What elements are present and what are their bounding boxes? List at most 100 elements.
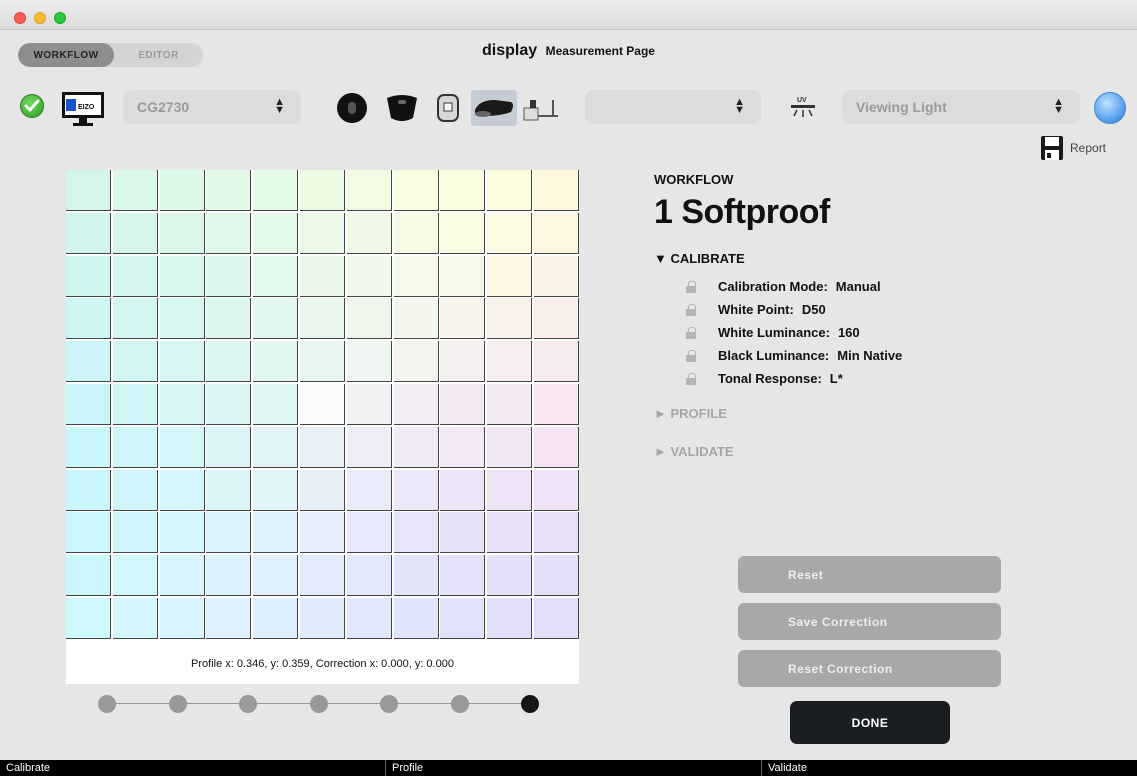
i1-pro-icon[interactable] (471, 90, 517, 126)
color-patch[interactable] (393, 341, 439, 383)
color-patch[interactable] (440, 298, 486, 340)
color-patch[interactable] (440, 170, 486, 211)
color-patch[interactable] (393, 469, 439, 511)
tab-workflow[interactable]: WORKFLOW (18, 43, 114, 67)
i1-display-icon[interactable] (337, 93, 367, 123)
color-patch[interactable] (253, 255, 299, 297)
color-patch[interactable] (112, 426, 158, 468)
color-patch[interactable] (253, 170, 299, 211)
color-patch[interactable] (159, 170, 205, 211)
color-patch[interactable] (299, 170, 345, 211)
stepper-dot[interactable] (239, 695, 257, 713)
color-patch[interactable] (440, 512, 486, 554)
color-patch[interactable] (112, 555, 158, 597)
color-patch[interactable] (533, 383, 579, 425)
stepper-dot[interactable] (450, 695, 469, 713)
color-patch[interactable] (206, 298, 252, 340)
color-patch[interactable] (487, 555, 533, 597)
color-patch[interactable] (299, 255, 345, 297)
color-patch[interactable] (533, 555, 579, 597)
color-patch[interactable] (66, 469, 111, 511)
color-patch[interactable] (533, 298, 579, 340)
color-patch[interactable] (487, 469, 533, 511)
color-patch[interactable] (346, 341, 392, 383)
colormunki-icon[interactable] (383, 92, 421, 124)
done-button[interactable]: DONE (790, 701, 950, 744)
color-patch[interactable] (393, 383, 439, 425)
color-patch[interactable] (346, 555, 392, 597)
color-patch[interactable] (299, 469, 345, 511)
color-patch[interactable] (253, 298, 299, 340)
color-patch[interactable] (206, 170, 252, 211)
color-patch[interactable] (112, 255, 158, 297)
color-patch[interactable] (66, 597, 111, 639)
color-patch[interactable] (66, 426, 111, 468)
color-patch[interactable] (393, 426, 439, 468)
color-patch[interactable] (66, 255, 111, 297)
color-patch[interactable] (299, 383, 345, 425)
color-patch[interactable] (159, 341, 205, 383)
color-patch[interactable] (299, 555, 345, 597)
monitor-icon[interactable]: EIZO (61, 91, 105, 127)
color-patch[interactable] (440, 255, 486, 297)
bottom-tab-calibrate[interactable]: Calibrate (0, 760, 386, 776)
color-patch[interactable] (206, 469, 252, 511)
color-patch[interactable] (440, 426, 486, 468)
reset-button[interactable]: Reset (738, 556, 1001, 593)
color-patch[interactable] (159, 597, 205, 639)
color-patch[interactable] (299, 512, 345, 554)
color-patch[interactable] (487, 383, 533, 425)
uv-light-icon[interactable]: UV (789, 95, 817, 119)
monitor-model-select[interactable]: CG2730 ▲ ▼ (123, 90, 301, 124)
color-patch[interactable] (393, 512, 439, 554)
color-patch[interactable] (299, 426, 345, 468)
color-patch[interactable] (112, 170, 158, 211)
color-patch[interactable] (66, 341, 111, 383)
stepper-dot[interactable] (98, 695, 116, 713)
color-patch[interactable] (112, 212, 158, 254)
color-patch[interactable] (159, 426, 205, 468)
color-patch[interactable] (346, 597, 392, 639)
color-patch[interactable] (159, 298, 205, 340)
color-patch[interactable] (346, 212, 392, 254)
color-patch[interactable] (487, 170, 533, 211)
color-patch[interactable] (346, 170, 392, 211)
color-patch[interactable] (206, 212, 252, 254)
color-patch[interactable] (206, 512, 252, 554)
color-patch[interactable] (299, 212, 345, 254)
color-patch[interactable] (393, 255, 439, 297)
stepper-dot[interactable] (521, 695, 539, 713)
color-patch[interactable] (206, 383, 252, 425)
color-patch[interactable] (533, 597, 579, 639)
tab-editor[interactable]: EDITOR (114, 43, 203, 67)
color-patch[interactable] (346, 298, 392, 340)
color-patch[interactable] (533, 341, 579, 383)
color-patch[interactable] (533, 469, 579, 511)
color-patch[interactable] (112, 597, 158, 639)
color-patch[interactable] (440, 597, 486, 639)
color-patch[interactable] (253, 469, 299, 511)
color-patch[interactable] (66, 298, 111, 340)
color-patch[interactable] (346, 383, 392, 425)
color-patch[interactable] (487, 212, 533, 254)
color-patch[interactable] (487, 512, 533, 554)
color-patch[interactable] (533, 426, 579, 468)
color-patch[interactable] (299, 341, 345, 383)
color-patch[interactable] (253, 597, 299, 639)
color-patch[interactable] (206, 555, 252, 597)
color-patch[interactable] (440, 212, 486, 254)
color-patch[interactable] (346, 512, 392, 554)
color-patch[interactable] (487, 426, 533, 468)
color-patch[interactable] (159, 512, 205, 554)
spyder-icon[interactable] (436, 93, 460, 123)
color-patch[interactable] (346, 255, 392, 297)
color-patch[interactable] (487, 255, 533, 297)
stepper-dot[interactable] (380, 695, 398, 713)
color-patch[interactable] (346, 426, 392, 468)
color-patch[interactable] (66, 555, 111, 597)
color-patch[interactable] (440, 469, 486, 511)
color-patch[interactable] (533, 212, 579, 254)
color-patch[interactable] (487, 597, 533, 639)
measurement-mode-select[interactable]: ▲ ▼ (585, 90, 761, 124)
color-patch[interactable] (206, 255, 252, 297)
